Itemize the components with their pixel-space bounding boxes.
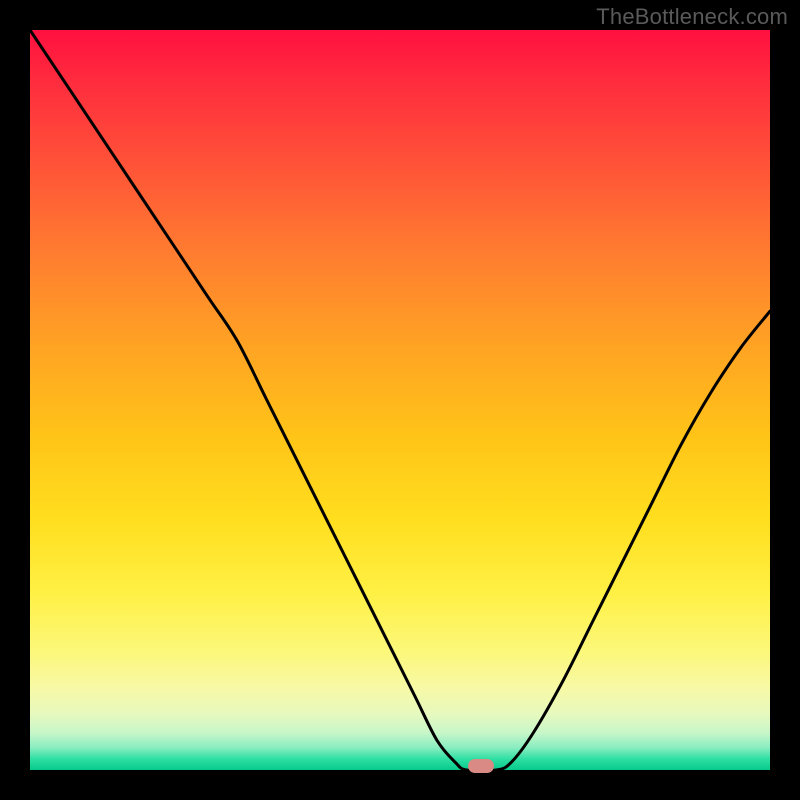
- bottleneck-curve: [30, 30, 770, 770]
- optimal-marker: [468, 759, 494, 773]
- chart-container: TheBottleneck.com: [0, 0, 800, 800]
- watermark-text: TheBottleneck.com: [596, 4, 788, 30]
- plot-area: [30, 30, 770, 770]
